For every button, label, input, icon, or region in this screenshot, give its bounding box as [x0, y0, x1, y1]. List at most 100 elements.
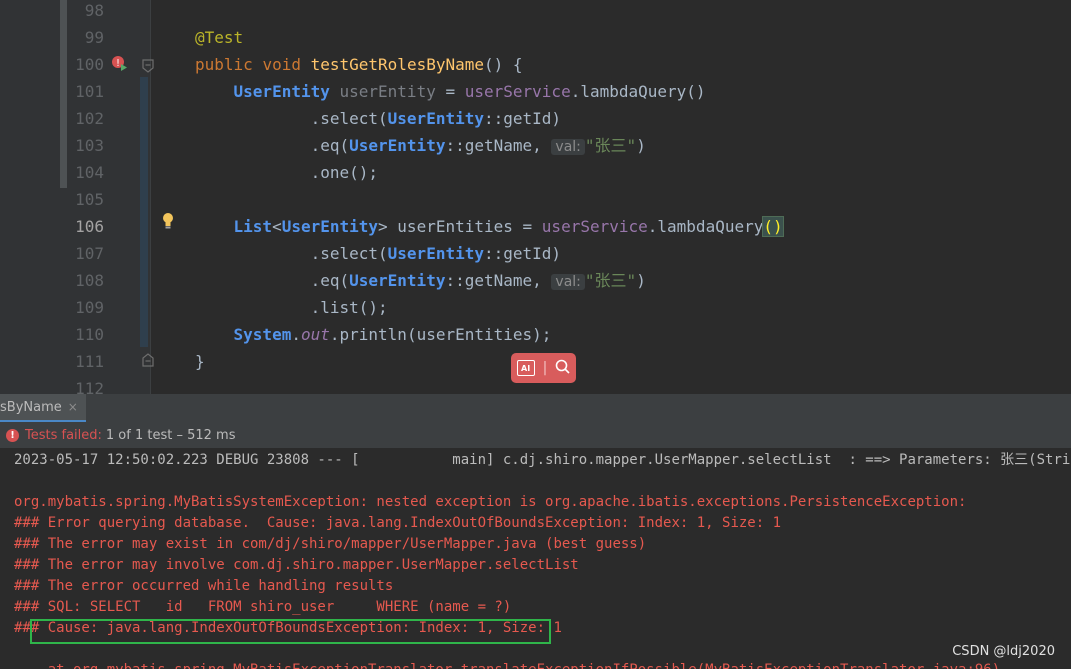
code-text: ): [636, 271, 646, 290]
code-text: .list();: [310, 298, 388, 317]
run-tab-bar: [0, 394, 1071, 423]
method-name: testGetRolesByName: [310, 55, 484, 74]
line-number: 105: [75, 190, 104, 209]
lightbulb-icon[interactable]: [161, 212, 175, 230]
console-line: ### SQL: SELECT id FROM shiro_user WHERE…: [14, 599, 512, 615]
line-number: 109: [75, 298, 104, 317]
line-number: 99: [84, 28, 104, 47]
type-name: UserEntity: [349, 136, 446, 155]
code-text: .lambdaQuery(): [570, 82, 706, 101]
code-text: ::getName,: [445, 136, 552, 155]
ai-icon-label: AI: [521, 363, 531, 373]
test-status-detail: 1 of 1 test – 512 ms: [105, 427, 236, 443]
code-line-99: @Test: [195, 24, 243, 51]
code-text: .lambdaQuery: [647, 217, 764, 236]
code-text: .select(: [310, 109, 388, 128]
scope-indicator: [140, 77, 148, 347]
svg-text:!: !: [116, 58, 120, 69]
code-text: ::getId): [483, 244, 562, 263]
code-line-108: .eq(UserEntity::getName, val: "张三"): [195, 267, 646, 296]
field: userService: [464, 82, 571, 101]
code-text: ::getName,: [445, 271, 552, 290]
code-text: <: [272, 217, 282, 236]
line-number: 101: [75, 82, 104, 101]
line-number: 112: [75, 379, 104, 394]
code-text: .: [291, 325, 301, 344]
line-number: 108: [75, 271, 104, 290]
console-line: org.mybatis.spring.MyBatisSystemExceptio…: [14, 494, 967, 510]
variable: userEntity: [339, 82, 436, 101]
line-number: 103: [75, 136, 104, 155]
left-tool-strip: [0, 0, 68, 394]
line-number: 100: [75, 55, 104, 74]
watermark: CSDN @ldj2020: [952, 644, 1055, 659]
annotation: @Test: [195, 28, 244, 47]
code-text: .one();: [310, 163, 379, 182]
type-name: UserEntity: [387, 109, 484, 128]
code-line-109: .list();: [195, 294, 388, 321]
code-text: .select(: [310, 244, 388, 263]
console-line: ### Error querying database. Cause: java…: [14, 515, 782, 531]
code-line-104: .one();: [195, 159, 378, 186]
highlight-box: [30, 619, 551, 644]
line-number: 102: [75, 109, 104, 128]
line-number: 111: [75, 352, 104, 371]
test-status-bar: ! Tests failed: 1 of 1 test – 512 ms: [0, 422, 1071, 448]
type-name: List: [233, 217, 273, 236]
console-line: ### The error may involve com.dj.shiro.m…: [14, 557, 579, 573]
code-line-111: }: [195, 348, 205, 375]
type-name: UserEntity: [387, 244, 484, 263]
code-text: }: [195, 352, 205, 371]
parameter-hint: val:: [551, 139, 585, 155]
run-tab-label: sByName: [0, 399, 62, 415]
error-icon: !: [6, 428, 19, 442]
line-number: 98: [84, 1, 104, 20]
fold-icon[interactable]: [142, 352, 154, 367]
code-text: =: [435, 82, 465, 101]
console-line: at org.mybatis.spring.MyBatisExceptionTr…: [14, 660, 1000, 669]
line-number: 104: [75, 163, 104, 182]
console-line: ### The error may exist in com/dj/shiro/…: [14, 536, 647, 552]
code-text: > userEntities =: [378, 217, 542, 236]
matched-parens: (): [762, 216, 784, 237]
run-test-icon[interactable]: !: [110, 54, 128, 72]
code-text: ::getId): [483, 109, 562, 128]
toolbar-separator: |: [542, 360, 548, 376]
string-literal: "张三": [584, 271, 637, 290]
ai-icon[interactable]: AI: [516, 360, 535, 376]
code-text: ): [636, 136, 646, 155]
code-line-110: System.out.println(userEntities);: [195, 321, 552, 348]
string-literal: "张三": [584, 136, 637, 155]
line-number-current: 106: [75, 217, 104, 236]
code-text: .eq(: [310, 271, 350, 290]
line-number: 107: [75, 244, 104, 263]
console-line: ### The error occurred while handling re…: [14, 578, 394, 594]
field: userService: [541, 217, 648, 236]
line-number: 110: [75, 325, 104, 344]
fold-icon[interactable]: [142, 58, 154, 73]
code-line-100: public void testGetRolesByName() {: [195, 51, 523, 78]
type-name: UserEntity: [281, 217, 379, 236]
code-text: .println(userEntities);: [329, 325, 552, 344]
run-tab[interactable]: sByName ×: [0, 394, 86, 422]
type-name: UserEntity: [349, 271, 446, 290]
code-text: () {: [484, 55, 523, 74]
editor-scrollbar[interactable]: [60, 0, 67, 188]
code-line-101: UserEntity userEntity = userService.lamb…: [195, 78, 706, 105]
static-field: out: [300, 325, 330, 344]
console-line: 2023-05-17 12:50:02.223 DEBUG 23808 --- …: [14, 452, 1071, 468]
code-line-106: List<UserEntity> userEntities = userServ…: [195, 213, 784, 240]
code-line-103: .eq(UserEntity::getName, val: "张三"): [195, 132, 646, 161]
type-name: UserEntity: [233, 82, 330, 101]
code-text: .eq(: [310, 136, 350, 155]
floating-toolbar: AI |: [511, 353, 576, 383]
search-icon[interactable]: [555, 359, 570, 378]
parameter-hint: val:: [551, 274, 585, 290]
type-name: System: [233, 325, 292, 344]
code-line-102: .select(UserEntity::getId): [195, 105, 561, 132]
keyword: void: [262, 55, 301, 74]
keyword: public: [195, 55, 253, 74]
test-status-label: Tests failed:: [25, 427, 102, 443]
close-icon[interactable]: ×: [68, 400, 78, 414]
code-line-107: .select(UserEntity::getId): [195, 240, 561, 267]
